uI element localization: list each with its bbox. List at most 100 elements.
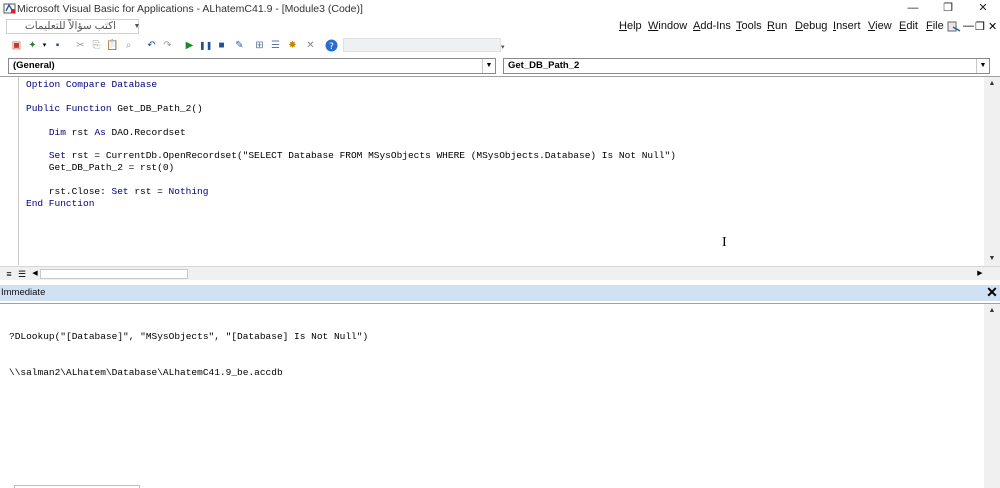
procedure-combo-value: Get_DB_Path_2 (508, 60, 580, 71)
code-keyword: Set (48, 150, 66, 162)
chevron-down-icon[interactable]: ▼ (976, 59, 989, 73)
code-line[interactable]: Public Function Get_DB_Path_2() (26, 103, 676, 115)
ask-question-box[interactable]: اكتب سؤالاً للتعليمات ▼ (6, 19, 142, 34)
paste-icon[interactable]: 📋 (106, 39, 119, 52)
break-icon[interactable]: ❚❚ (199, 39, 212, 52)
properties-window-icon[interactable]: ☰ (269, 39, 282, 52)
text-cursor-icon: I (722, 235, 727, 250)
code-editor[interactable]: Option Compare Database Public Function … (26, 79, 676, 210)
help-icon[interactable]: ? (325, 39, 338, 52)
project-explorer-icon[interactable]: ⊞ (253, 39, 266, 52)
ask-dropdown-icon[interactable]: ▼ (132, 20, 142, 33)
mdi-restore-button[interactable]: ❐ (975, 20, 985, 33)
code-keyword: Set (111, 186, 129, 198)
svg-text:?: ? (329, 42, 334, 52)
code-line[interactable]: rst.Close: Set rst = Nothing (26, 186, 676, 198)
margin-indicator-bar[interactable] (18, 77, 19, 265)
immediate-vertical-scrollbar[interactable]: ▲ (984, 304, 1000, 488)
immediate-window-header: Immediate ✕ (0, 285, 1000, 301)
find-icon[interactable]: ⌕ (122, 39, 135, 52)
menu-window[interactable]: Window (648, 20, 687, 32)
code-line[interactable]: End Function (26, 198, 676, 210)
design-mode-icon[interactable]: ✎ (233, 39, 246, 52)
code-line[interactable] (26, 174, 676, 186)
title-bar: Microsoft Visual Basic for Applications … (0, 0, 1000, 18)
view-access-icon[interactable]: ▣ (10, 39, 23, 52)
code-keyword: Dim (48, 126, 66, 138)
code-text: rst = CurrentDb.OpenRecordset("SELECT Da… (65, 150, 676, 162)
procedure-view-icon[interactable]: ≡ (3, 268, 15, 280)
code-text: DAO.Recordset (105, 126, 186, 138)
scroll-down-icon[interactable]: ▼ (984, 252, 1000, 266)
code-text: rst (65, 126, 95, 138)
vba-app-icon (3, 3, 16, 14)
scroll-up-icon[interactable]: ▲ (984, 77, 1000, 91)
ask-question-placeholder: اكتب سؤالاً للتعليمات (24, 20, 116, 32)
menu-help[interactable]: Help (619, 20, 642, 32)
code-keyword: Nothing (168, 186, 209, 198)
code-line[interactable] (26, 91, 676, 103)
code-line[interactable]: Option Compare Database (26, 79, 676, 91)
code-vertical-scrollbar[interactable]: ▲ ▼ (984, 77, 1000, 266)
copy-icon[interactable]: ⎘ (90, 39, 103, 52)
code-keyword: As (94, 126, 106, 138)
immediate-line[interactable]: ?DLookup("[Database]", "MSysObjects", "[… (9, 331, 368, 343)
full-module-view-icon[interactable]: ☰ (16, 268, 28, 280)
menu-debug[interactable]: Debug (795, 20, 827, 32)
code-line[interactable]: Dim rst As DAO.Recordset (26, 127, 676, 139)
toolbar-options-icon[interactable]: ▾ (501, 43, 510, 53)
mdi-minimize-button[interactable]: — (963, 20, 974, 32)
code-text: Get_DB_Path_2 = rst(0) (26, 162, 175, 174)
reset-icon[interactable]: ■ (215, 39, 228, 52)
module-icon (947, 21, 961, 32)
standard-toolbar: ▣ ✦ ▾ ▪ ✂ ⎘ 📋 ⌕ ↶ ↷ ▶ ❚❚ ■ ✎ ⊞ ☰ ✸ ✕ ? ▾ (0, 37, 1000, 56)
code-horizontal-scrollbar[interactable]: ≡ ☰ ◀ ▶ (0, 266, 1000, 280)
code-text: rst.Close: (26, 186, 112, 198)
menu-tools[interactable]: Tools (736, 20, 762, 32)
object-browser-icon[interactable]: ✸ (286, 39, 299, 52)
code-line[interactable] (26, 139, 676, 151)
immediate-window[interactable]: ?DLookup("[Database]", "MSysObjects", "[… (0, 303, 1000, 488)
menu-add-ins[interactable]: Add-Ins (693, 20, 731, 32)
object-combo-value: (General) (13, 60, 55, 71)
restore-button[interactable]: ❐ (931, 0, 965, 16)
code-keyword: Option Compare Database (26, 79, 158, 90)
menu-edit[interactable]: Edit (899, 20, 918, 32)
mdi-close-button[interactable]: ✕ (988, 20, 997, 33)
horizontal-scroll-thumb[interactable] (40, 269, 188, 279)
menu-view[interactable]: View (868, 20, 892, 32)
undo-icon[interactable]: ↶ (145, 39, 158, 52)
cut-icon[interactable]: ✂ (74, 39, 87, 52)
code-line[interactable]: Set rst = CurrentDb.OpenRecordset("SELEC… (26, 150, 676, 162)
menu-file[interactable]: File (926, 20, 944, 32)
object-combo[interactable]: (General) ▼ (8, 58, 496, 74)
minimize-button[interactable]: — (896, 0, 930, 16)
code-line[interactable] (26, 115, 676, 127)
code-keyword: End Function (26, 198, 95, 210)
close-icon[interactable]: ✕ (985, 285, 999, 300)
immediate-window-title: Immediate (1, 287, 46, 298)
run-icon[interactable]: ▶ (183, 39, 196, 52)
save-icon[interactable]: ▪ (51, 39, 64, 52)
redo-icon[interactable]: ↷ (161, 39, 174, 52)
menu-run[interactable]: Run (767, 20, 787, 32)
code-text: Get_DB_Path_2() (111, 102, 203, 114)
window-title: Microsoft Visual Basic for Applications … (17, 3, 363, 15)
toolbox-icon[interactable]: ✕ (304, 39, 317, 52)
scroll-up-icon[interactable]: ▲ (984, 304, 1000, 318)
immediate-line[interactable]: \\salman2\ALhatem\Database\ALhatemC41.9_… (9, 367, 368, 379)
insert-dropdown-icon[interactable]: ▾ (38, 39, 51, 52)
code-line[interactable]: Get_DB_Path_2 = rst(0) (26, 162, 676, 174)
code-window[interactable]: Option Compare Database Public Function … (0, 76, 1000, 280)
scroll-right-icon[interactable]: ▶ (974, 268, 986, 280)
code-keyword: Public Function (26, 102, 112, 114)
chevron-down-icon[interactable]: ▼ (482, 59, 495, 73)
close-window-button[interactable]: ✕ (966, 0, 1000, 16)
immediate-output[interactable]: ?DLookup("[Database]", "MSysObjects", "[… (9, 307, 368, 403)
code-text: rst = (128, 186, 169, 198)
procedure-combo[interactable]: Get_DB_Path_2 ▼ (503, 58, 990, 74)
toolbar-search-field[interactable] (343, 38, 501, 52)
menu-insert[interactable]: Insert (833, 20, 861, 32)
